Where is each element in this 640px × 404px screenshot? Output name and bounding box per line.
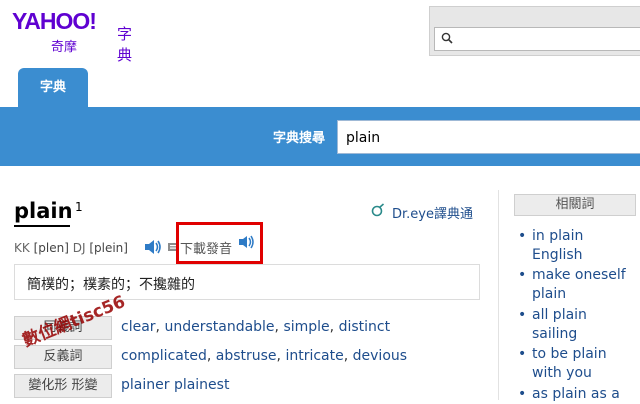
definition-box: 簡樸的；樸素的；不攙雜的 — [14, 264, 480, 300]
top-search-input[interactable] — [434, 27, 640, 51]
related-item-label: make oneself plain — [532, 267, 626, 302]
logo-brand: YAHOO! — [12, 8, 97, 34]
antonym-link[interactable]: intricate — [285, 348, 343, 364]
related-item-label: in plain English — [532, 228, 584, 263]
synonym-link[interactable]: simple — [283, 319, 329, 335]
entry-word: plain — [14, 199, 73, 223]
sidebar-divider — [498, 190, 499, 400]
antonym-link[interactable]: devious — [353, 348, 407, 364]
related-item-label: all plain sailing — [532, 307, 587, 342]
synonym-link[interactable]: understandable — [164, 319, 274, 335]
dreye-logo-icon — [371, 203, 385, 217]
logo-dict-label: 字典 — [117, 25, 133, 64]
pronunciation: KK [plen] DJ [plein] — [14, 241, 128, 255]
inflections-row: 變化形 形變 plainer plainest — [14, 374, 484, 398]
antonym-link[interactable]: complicated — [121, 348, 207, 364]
top-search-panel — [429, 6, 640, 56]
entry-superscript: 1 — [75, 200, 83, 214]
antonyms-row: 反義詞 complicated, abstruse, intricate, de… — [14, 345, 484, 369]
dreye-link[interactable]: Dr.eye譯典通 — [392, 203, 473, 222]
bullet: • — [518, 386, 527, 402]
logo-sub: 奇摩 — [51, 40, 78, 55]
tab-dictionary[interactable]: 字典 — [18, 68, 88, 108]
bullet: • — [518, 267, 527, 283]
related-item-label: as plain as a — [532, 386, 620, 402]
dj-label: DJ — [72, 241, 86, 255]
inflections-values: plainer plainest — [121, 377, 229, 393]
inflection-link[interactable]: plainer plainest — [121, 377, 229, 393]
kk-label: KK — [14, 241, 30, 255]
antonyms-values: complicated, abstruse, intricate, deviou… — [121, 348, 408, 364]
synonym-link[interactable]: clear — [121, 319, 156, 335]
header: YAHOO! 奇摩 字典 — [0, 0, 640, 70]
kk-value: [plen] — [33, 241, 69, 255]
dj-value: [plein] — [89, 241, 128, 255]
highlight-box — [176, 222, 263, 264]
synonyms-values: clear, understandable, simple, distinct — [121, 319, 391, 335]
entry-word-underline — [14, 225, 70, 227]
bullet: • — [518, 346, 527, 362]
speaker-icon[interactable] — [143, 238, 163, 256]
dictionary-search-label: 字典搜尋 — [273, 131, 326, 146]
search-icon — [441, 32, 453, 44]
inflections-tag: 變化形 形變 — [14, 374, 112, 398]
related-item-label: to be plain with you — [532, 346, 607, 381]
bullet: • — [518, 307, 527, 323]
antonym-link[interactable]: abstruse — [216, 348, 277, 364]
dictionary-search-input[interactable]: plain — [337, 120, 640, 154]
dictionary-search-bar: 字典搜尋 plain — [0, 107, 640, 166]
synonym-link[interactable]: distinct — [339, 319, 391, 335]
bullet: • — [518, 228, 527, 244]
related-words-heading: 相關詞 — [514, 194, 636, 216]
yahoo-logo[interactable]: YAHOO! 奇摩 字典 — [12, 8, 142, 64]
